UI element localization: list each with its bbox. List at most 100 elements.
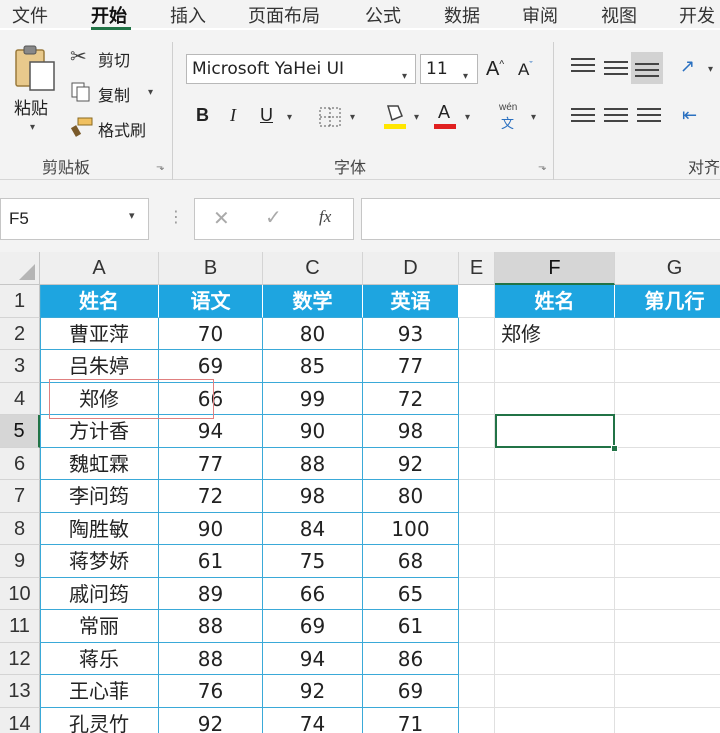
cell-e4[interactable] xyxy=(459,382,495,415)
cell-b8[interactable]: 90 xyxy=(159,512,263,545)
font-color-button[interactable]: A xyxy=(434,102,460,130)
bold-button[interactable]: B xyxy=(196,105,209,126)
decrease-indent-icon[interactable]: ⇤ xyxy=(682,105,697,126)
tab-developer[interactable]: 开发 xyxy=(679,2,715,28)
cell-g8[interactable] xyxy=(615,513,720,545)
cell-a6[interactable]: 魏虹霖 xyxy=(40,447,159,480)
cell-a14[interactable]: 孔灵竹 xyxy=(40,707,159,733)
font-color-dropdown-arrow[interactable]: ▾ xyxy=(465,112,470,123)
row-header-5[interactable]: 5 xyxy=(0,415,40,448)
paste-dropdown-arrow[interactable]: ▾ xyxy=(30,122,35,133)
cell-g1[interactable]: 第几行 xyxy=(615,285,720,318)
cell-e1[interactable] xyxy=(459,285,495,318)
row-header-11[interactable]: 11 xyxy=(0,610,40,643)
cell-e11[interactable] xyxy=(459,610,495,643)
tab-data[interactable]: 数据 xyxy=(444,2,480,28)
cell-c3[interactable]: 85 xyxy=(263,350,363,383)
font-size-dropdown-arrow[interactable]: ▾ xyxy=(463,71,468,82)
cell-g5[interactable] xyxy=(615,415,720,448)
cell-f4[interactable] xyxy=(495,382,615,415)
cell-b9[interactable]: 61 xyxy=(159,545,263,578)
cell-b11[interactable]: 88 xyxy=(159,610,263,643)
paste-button[interactable]: 粘贴 ▾ xyxy=(10,44,60,134)
row-header-6[interactable]: 6 xyxy=(0,447,40,480)
cell-a10[interactable]: 戚问筠 xyxy=(40,577,159,610)
cell-g13[interactable] xyxy=(615,675,720,708)
cell-b6[interactable]: 77 xyxy=(159,447,263,480)
font-launcher-icon[interactable]: ⬎ xyxy=(538,162,546,173)
cell-g14[interactable] xyxy=(615,708,720,733)
cell-c1[interactable]: 数学 xyxy=(263,285,363,318)
cell-g7[interactable] xyxy=(615,480,720,513)
column-header-d[interactable]: D xyxy=(363,252,459,285)
cell-c11[interactable]: 69 xyxy=(263,610,363,643)
fill-color-dropdown-arrow[interactable]: ▾ xyxy=(414,112,419,123)
row-header-3[interactable]: 3 xyxy=(0,350,40,383)
font-name-dropdown-arrow[interactable]: ▾ xyxy=(402,71,407,82)
cell-f11[interactable] xyxy=(495,610,615,643)
cell-f13[interactable] xyxy=(495,675,615,708)
row-header-12[interactable]: 12 xyxy=(0,642,40,675)
align-right-icon[interactable] xyxy=(637,108,661,126)
format-painter-button[interactable]: 格式刷 xyxy=(70,116,160,142)
grow-font-button[interactable]: A^ xyxy=(486,58,504,81)
name-box[interactable]: F5 ▾ xyxy=(0,198,149,240)
row-header-2[interactable]: 2 xyxy=(0,317,40,350)
cell-f3[interactable] xyxy=(495,350,615,383)
tab-view[interactable]: 视图 xyxy=(601,2,637,28)
cell-e6[interactable] xyxy=(459,447,495,480)
tab-page-layout[interactable]: 页面布局 xyxy=(248,2,320,28)
cell-d4[interactable]: 72 xyxy=(363,382,459,415)
name-box-dropdown-arrow[interactable]: ▾ xyxy=(129,209,135,222)
cell-a12[interactable]: 蒋乐 xyxy=(40,642,159,675)
cancel-icon[interactable]: ✕ xyxy=(213,206,230,231)
cell-e12[interactable] xyxy=(459,642,495,675)
enter-check-icon[interactable]: ✓ xyxy=(265,205,282,230)
cell-f9[interactable] xyxy=(495,545,615,578)
cell-d10[interactable]: 65 xyxy=(363,577,459,610)
cell-c12[interactable]: 94 xyxy=(263,642,363,675)
cell-d13[interactable]: 69 xyxy=(363,675,459,708)
cell-e14[interactable] xyxy=(459,707,495,733)
font-name-combo[interactable]: Microsoft YaHei UI xyxy=(186,54,416,84)
cell-b7[interactable]: 72 xyxy=(159,480,263,513)
cell-c14[interactable]: 74 xyxy=(263,707,363,733)
column-header-f[interactable]: F xyxy=(495,252,615,285)
row-header-7[interactable]: 7 xyxy=(0,480,40,513)
cell-b5[interactable]: 94 xyxy=(159,415,263,448)
cell-a5[interactable]: 方计香 xyxy=(40,415,159,448)
cell-e8[interactable] xyxy=(459,512,495,545)
cell-c7[interactable]: 98 xyxy=(263,480,363,513)
cell-e10[interactable] xyxy=(459,577,495,610)
cell-g3[interactable] xyxy=(615,350,720,383)
shrink-font-button[interactable]: Aˇ xyxy=(518,60,533,80)
align-bottom-button[interactable] xyxy=(631,52,663,84)
cell-a7[interactable]: 李问筠 xyxy=(40,480,159,513)
cell-f14[interactable] xyxy=(495,707,615,733)
borders-dropdown-arrow[interactable]: ▾ xyxy=(350,112,355,123)
cell-d6[interactable]: 92 xyxy=(363,447,459,480)
cell-c5[interactable]: 90 xyxy=(263,415,363,448)
orientation-dropdown-arrow[interactable]: ▾ xyxy=(708,64,713,75)
cell-g4[interactable] xyxy=(615,383,720,415)
cell-a9[interactable]: 蒋梦娇 xyxy=(40,545,159,578)
cell-a11[interactable]: 常丽 xyxy=(40,610,159,643)
phonetic-dropdown-arrow[interactable]: ▾ xyxy=(531,112,536,123)
column-header-c[interactable]: C xyxy=(263,252,363,285)
cell-c10[interactable]: 66 xyxy=(263,577,363,610)
tab-insert[interactable]: 插入 xyxy=(170,2,206,28)
underline-button[interactable]: U xyxy=(260,105,273,126)
cell-d8[interactable]: 100 xyxy=(363,512,459,545)
column-header-a[interactable]: A xyxy=(40,252,159,285)
tab-file[interactable]: 文件 xyxy=(12,2,48,28)
cell-e13[interactable] xyxy=(459,675,495,708)
cell-a8[interactable]: 陶胜敏 xyxy=(40,512,159,545)
cell-g11[interactable] xyxy=(615,610,720,643)
cell-b3[interactable]: 69 xyxy=(159,350,263,383)
cut-button[interactable]: ✂ 剪切 xyxy=(70,46,140,72)
row-header-13[interactable]: 13 xyxy=(0,675,40,708)
cell-g10[interactable] xyxy=(615,578,720,610)
row-header-8[interactable]: 8 xyxy=(0,512,40,545)
borders-icon[interactable] xyxy=(318,106,342,128)
cell-f7[interactable] xyxy=(495,480,615,513)
